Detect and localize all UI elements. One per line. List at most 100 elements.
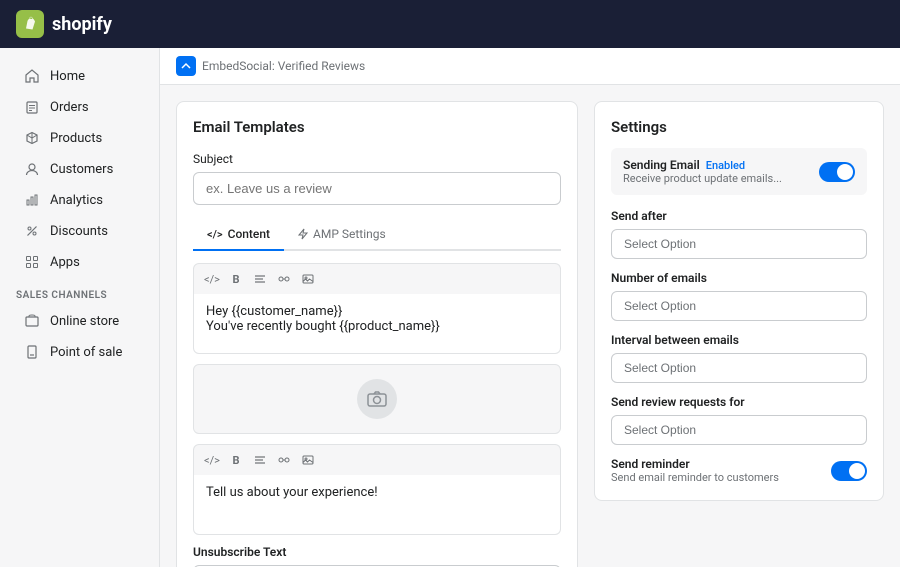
tab-amp-settings[interactable]: AMP Settings (284, 219, 400, 251)
subject-input[interactable] (193, 172, 561, 205)
discounts-icon (24, 223, 40, 239)
editor-content-1[interactable]: Hey {{customer_name}} You've recently bo… (193, 294, 561, 354)
sidebar-item-products[interactable]: Products (8, 123, 151, 153)
editor-block-2: </> B Tell us about your experi (193, 444, 561, 535)
send-reminder-desc: Send email reminder to customers (611, 471, 779, 484)
shopify-logo-icon (16, 10, 44, 38)
editor-line-1: Hey {{customer_name}} (206, 304, 548, 319)
content-tabs: </> Content AMP Settings (193, 219, 561, 251)
apps-icon (24, 254, 40, 270)
interval-select[interactable]: Select Option (611, 353, 867, 383)
sidebar-item-customers[interactable]: Customers (8, 154, 151, 184)
sidebar: Home Orders Products Customers Analytics (0, 48, 160, 567)
interval-row: Interval between emails Select Option (611, 333, 867, 383)
sidebar-label-customers: Customers (50, 162, 113, 177)
subject-label: Subject (193, 152, 561, 166)
left-panel-title: Email Templates (193, 118, 561, 136)
subject-field: Subject (193, 152, 561, 205)
sidebar-label-analytics: Analytics (50, 193, 103, 208)
editor-content-2[interactable]: Tell us about your experience! (193, 475, 561, 535)
unsubscribe-label: Unsubscribe Text (193, 545, 561, 559)
code-icon: </> (207, 228, 223, 241)
sidebar-label-home: Home (50, 69, 85, 84)
tab-content-label: Content (228, 227, 270, 241)
num-emails-select[interactable]: Select Option (611, 291, 867, 321)
sending-email-row: Sending Email Enabled Receive product up… (611, 148, 867, 195)
send-reminder-toggle[interactable] (831, 461, 867, 481)
review-requests-row: Send review requests for Select Option (611, 395, 867, 445)
products-icon (24, 130, 40, 146)
toolbar-link-btn-2[interactable] (274, 450, 294, 470)
breadcrumb-text: EmbedSocial: Verified Reviews (202, 59, 365, 73)
send-reminder-row: Send reminder Send email reminder to cus… (611, 457, 867, 484)
settings-title: Settings (611, 118, 867, 136)
right-panel: Settings Sending Email Enabled Receive p… (594, 101, 884, 567)
review-requests-select[interactable]: Select Option (611, 415, 867, 445)
pos-icon (24, 344, 40, 360)
sidebar-item-analytics[interactable]: Analytics (8, 185, 151, 215)
unsubscribe-section: Unsubscribe Text Note: To stop receiving… (193, 545, 561, 567)
sidebar-label-discounts: Discounts (50, 224, 108, 239)
editor-line-2: You've recently bought {{product_name}} (206, 319, 548, 334)
toolbar-link-btn[interactable] (274, 269, 294, 289)
review-requests-label: Send review requests for (611, 395, 867, 409)
toolbar-align-btn-2[interactable] (250, 450, 270, 470)
image-block[interactable] (193, 364, 561, 434)
sidebar-item-discounts[interactable]: Discounts (8, 216, 151, 246)
analytics-icon (24, 192, 40, 208)
settings-card: Settings Sending Email Enabled Receive p… (594, 101, 884, 501)
sales-channels-title: SALES CHANNELS (0, 278, 159, 305)
sidebar-label-apps: Apps (50, 255, 80, 270)
main-layout: Home Orders Products Customers Analytics (0, 48, 900, 567)
send-after-select[interactable]: Select Option (611, 229, 867, 259)
toolbar-code-btn[interactable]: </> (202, 269, 222, 289)
editor-line-3: Tell us about your experience! (206, 485, 548, 500)
num-emails-label: Number of emails (611, 271, 867, 285)
orders-icon (24, 99, 40, 115)
sidebar-label-products: Products (50, 131, 102, 146)
send-after-label: Send after (611, 209, 867, 223)
sidebar-label-online-store: Online store (50, 314, 119, 329)
tab-amp-label: AMP Settings (313, 227, 386, 241)
num-emails-row: Number of emails Select Option (611, 271, 867, 321)
left-panel: Email Templates Subject </> Content (176, 101, 578, 567)
shopify-logo: shopify (16, 10, 112, 38)
sending-email-status: Enabled (706, 159, 745, 172)
camera-icon (357, 379, 397, 419)
editor-toolbar-1: </> B (193, 263, 561, 294)
toolbar-bold-btn[interactable]: B (226, 269, 246, 289)
breadcrumb-bar: EmbedSocial: Verified Reviews (160, 48, 900, 85)
sidebar-item-orders[interactable]: Orders (8, 92, 151, 122)
toolbar-code-btn-2[interactable]: </> (202, 450, 222, 470)
sidebar-label-orders: Orders (50, 100, 89, 115)
logo-text: shopify (52, 14, 112, 35)
sidebar-label-pos: Point of sale (50, 345, 122, 360)
online-store-icon (24, 313, 40, 329)
home-icon (24, 68, 40, 84)
send-after-row: Send after Select Option (611, 209, 867, 259)
sending-email-label: Sending Email (623, 158, 700, 172)
content-area: EmbedSocial: Verified Reviews Email Temp… (160, 48, 900, 567)
toolbar-more-btn[interactable] (298, 450, 318, 470)
two-col-layout: Email Templates Subject </> Content (160, 85, 900, 567)
sidebar-item-home[interactable]: Home (8, 61, 151, 91)
sidebar-item-online-store[interactable]: Online store (8, 306, 151, 336)
sidebar-item-apps[interactable]: Apps (8, 247, 151, 277)
tab-content[interactable]: </> Content (193, 219, 284, 251)
sending-email-toggle[interactable] (819, 162, 855, 182)
sending-email-info: Sending Email Enabled Receive product up… (623, 158, 782, 185)
send-reminder-label: Send reminder (611, 457, 779, 471)
sending-email-desc: Receive product update emails... (623, 172, 782, 185)
send-reminder-info: Send reminder Send email reminder to cus… (611, 457, 779, 484)
editor-toolbar-2: </> B (193, 444, 561, 475)
toolbar-image-btn[interactable] (298, 269, 318, 289)
amp-icon (298, 228, 308, 240)
toolbar-align-btn-1[interactable] (250, 269, 270, 289)
editor-block-1: </> B Hey {{customer_name}} (193, 263, 561, 354)
sidebar-item-point-of-sale[interactable]: Point of sale (8, 337, 151, 367)
toolbar-bold-btn-2[interactable]: B (226, 450, 246, 470)
interval-label: Interval between emails (611, 333, 867, 347)
breadcrumb-icon (176, 56, 196, 76)
top-nav: shopify (0, 0, 900, 48)
customers-icon (24, 161, 40, 177)
